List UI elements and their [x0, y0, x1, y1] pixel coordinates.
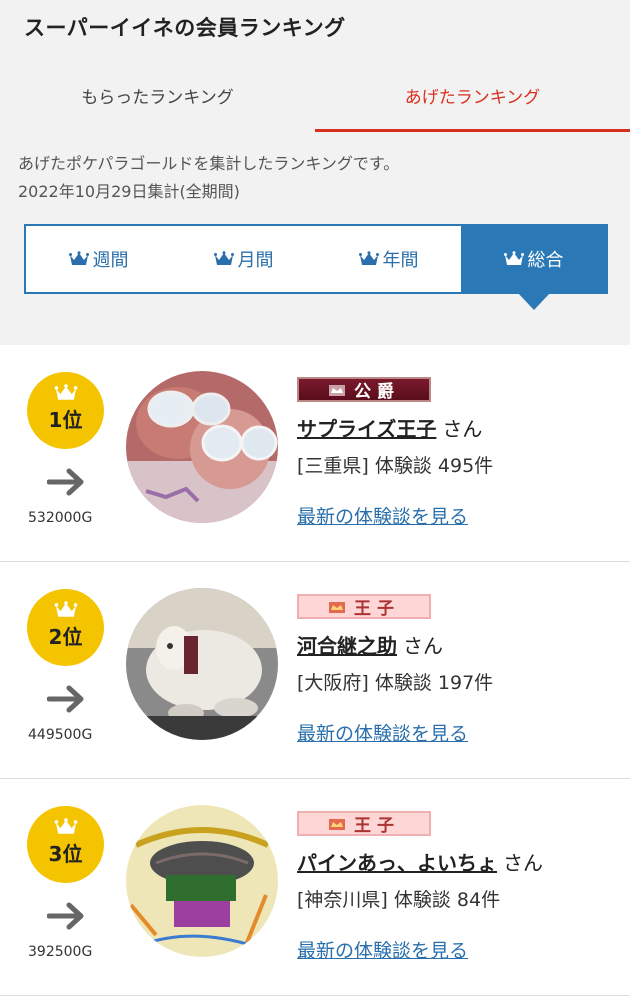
avatar[interactable] [126, 588, 278, 740]
period-tab-yearly[interactable]: 年間 [316, 226, 461, 292]
tab-received-label: もらったランキング [81, 88, 234, 108]
title-badge: 王子 [297, 811, 431, 836]
member-name-line: 河合継之助 さん [297, 630, 443, 659]
crown-icon [329, 818, 345, 830]
avatar[interactable] [126, 805, 278, 957]
period-tab-total-label: 総合 [527, 250, 564, 271]
tab-received-ranking[interactable]: もらったランキング [0, 70, 315, 132]
title-badge-label: 王子 [354, 599, 400, 619]
crown-icon [54, 601, 77, 617]
crown-icon [329, 384, 345, 396]
member-info: [神奈川県] 体験談 84件 [297, 889, 501, 911]
crown-icon [213, 251, 234, 265]
title-badge: 王子 [297, 594, 431, 619]
arrow-right-icon [47, 468, 84, 496]
ranking-row: 2位 449500G 王子 河合継之助 さん [大阪府] 体験談 197件 最新… [0, 562, 630, 779]
page-title: スーパーイイネの会員ランキング [24, 16, 346, 40]
ranking-description: あげたポケパラゴールドを集計したランキングです。 2022年10月29日集計(全… [18, 150, 399, 206]
member-info: [三重県] 体験談 495件 [297, 455, 494, 477]
period-tab-monthly-label: 月間 [237, 250, 274, 271]
arrow-right-icon [47, 902, 84, 930]
period-tab-yearly-label: 年間 [382, 250, 419, 271]
ranking-row: 3位 392500G 王子 パインあっ、よいちょ さん [神奈川県] 体験談 84… [0, 779, 630, 996]
arrow-right-icon [47, 685, 84, 713]
member-info: [大阪府] 体験談 197件 [297, 672, 494, 694]
period-tab-weekly[interactable]: 週間 [26, 226, 171, 292]
active-tab-underline [315, 129, 630, 132]
honorific: さん [503, 851, 543, 875]
ranking-row: 1位 532000G 公爵 サプライズ王子 さん [三重県] 体験談 495件 … [0, 345, 630, 562]
rank-label: 1位 [48, 408, 83, 432]
avatar-photo [126, 588, 278, 740]
ranking-list: 1位 532000G 公爵 サプライズ王子 さん [三重県] 体験談 495件 … [0, 345, 630, 996]
rank-badge: 2位 [27, 589, 104, 666]
rank-badge: 3位 [27, 806, 104, 883]
crown-icon [503, 251, 524, 265]
title-badge-label: 公爵 [354, 382, 400, 402]
gold-amount: 392500G [28, 944, 93, 960]
latest-review-link[interactable]: 最新の体験談を見る [297, 936, 468, 963]
crown-icon [358, 251, 379, 265]
aggregation-date: 2022年10月29日集計(全期間) [18, 182, 240, 201]
header-area: スーパーイイネの会員ランキング もらったランキング あげたランキング あげたポケ… [0, 0, 630, 345]
member-name-link[interactable]: 河合継之助 [297, 634, 397, 658]
member-name-line: サプライズ王子 さん [297, 413, 482, 442]
crown-icon [54, 384, 77, 400]
member-name-line: パインあっ、よいちょ さん [297, 847, 543, 876]
rank-label: 3位 [48, 842, 83, 866]
honorific: さん [442, 417, 483, 441]
crown-icon [329, 601, 345, 613]
avatar-photo [126, 371, 278, 523]
ranking-type-tabs: もらったランキング あげたランキング [0, 70, 630, 132]
latest-review-link[interactable]: 最新の体験談を見る [297, 502, 468, 529]
rank-label: 2位 [48, 625, 83, 649]
crown-icon [68, 251, 89, 265]
period-tab-monthly[interactable]: 月間 [171, 226, 316, 292]
gold-amount: 532000G [28, 510, 93, 526]
crown-icon [54, 818, 77, 834]
honorific: さん [403, 634, 443, 658]
tab-given-label: あげたランキング [404, 88, 541, 108]
member-name-link[interactable]: パインあっ、よいちょ [297, 851, 497, 875]
title-badge: 公爵 [297, 377, 431, 402]
rank-badge: 1位 [27, 372, 104, 449]
latest-review-link[interactable]: 最新の体験談を見る [297, 719, 468, 746]
avatar[interactable] [126, 371, 278, 523]
gold-amount: 449500G [28, 727, 93, 743]
member-name-link[interactable]: サプライズ王子 [297, 417, 436, 441]
tab-given-ranking[interactable]: あげたランキング [315, 70, 630, 132]
period-tabs: 週間 月間 年間 総合 [24, 224, 608, 310]
title-badge-label: 王子 [354, 816, 400, 836]
period-tab-total[interactable]: 総合 [461, 226, 606, 310]
description-text: あげたポケパラゴールドを集計したランキングです。 [18, 154, 400, 173]
period-tab-weekly-label: 週間 [92, 250, 129, 271]
avatar-photo [126, 805, 278, 957]
